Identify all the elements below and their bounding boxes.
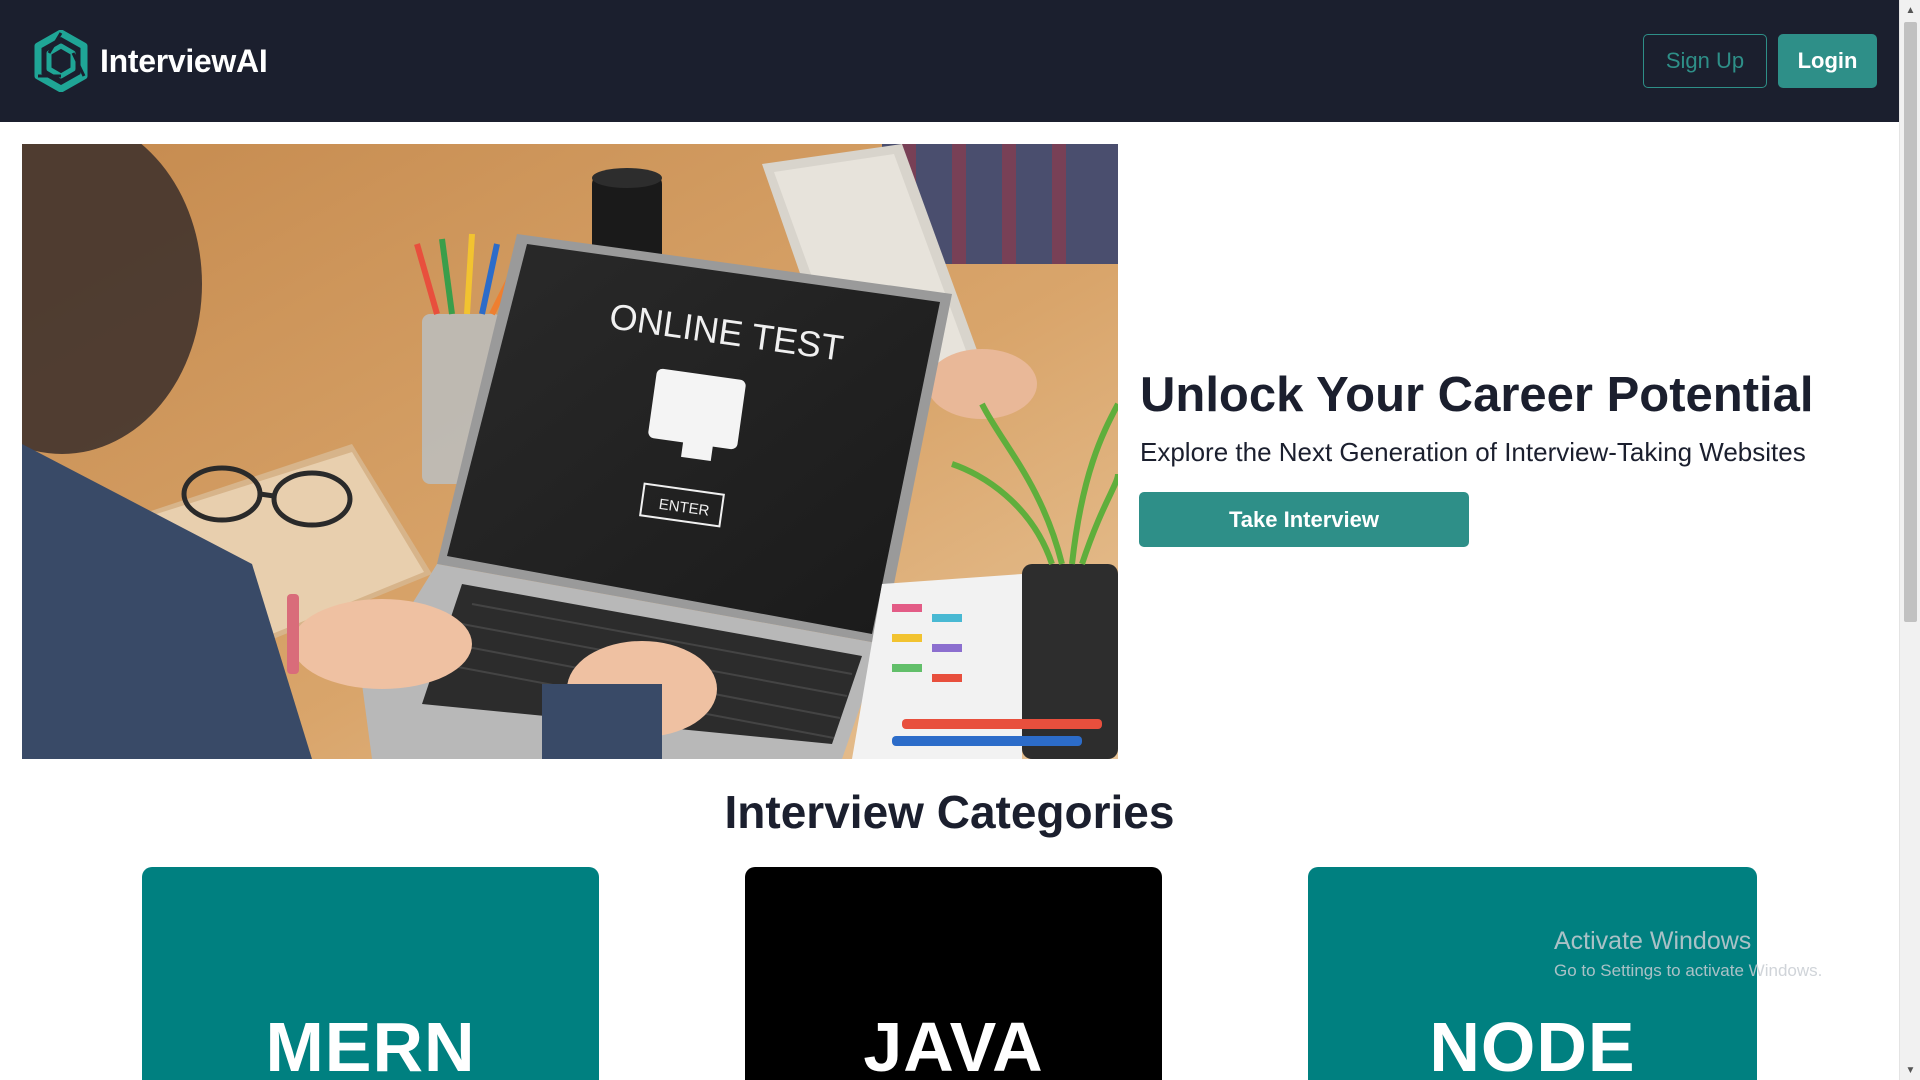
category-label: MERN	[265, 1008, 476, 1080]
category-label: JAVA	[863, 1008, 1044, 1080]
section-title: Interview Categories	[724, 786, 1175, 838]
triangle-down-icon[interactable]: ▼	[1900, 1060, 1920, 1080]
hexagon-logo-icon	[34, 30, 88, 92]
category-card-java[interactable]: JAVA	[745, 867, 1162, 1080]
category-label: NODE	[1429, 1008, 1636, 1080]
hero-title: Unlock Your Career Potential	[1140, 368, 1814, 422]
brand-link[interactable]: InterviewAI	[32, 29, 268, 93]
online-test-illustration: ONLINE TEST ENTER	[22, 144, 1118, 759]
take-interview-button[interactable]: Take Interview	[1139, 492, 1469, 547]
triangle-up-icon[interactable]: ▲	[1900, 0, 1920, 20]
navbar: InterviewAI Sign Up Login	[0, 0, 1899, 122]
brand-name: InterviewAI	[100, 42, 268, 79]
category-card-node[interactable]: NODE	[1308, 867, 1757, 1080]
category-card-mern[interactable]: MERN	[142, 867, 599, 1080]
hero-subtitle: Explore the Next Generation of Interview…	[1140, 437, 1806, 467]
vertical-scrollbar[interactable]: ▲ ▼	[1899, 0, 1920, 1080]
hero-text: Unlock Your Career Potential Explore the…	[1140, 360, 1880, 472]
signup-button[interactable]: Sign Up	[1643, 34, 1767, 88]
hero-image: ONLINE TEST ENTER	[22, 144, 1118, 759]
login-button[interactable]: Login	[1778, 34, 1877, 88]
scrollbar-thumb[interactable]	[1904, 22, 1917, 622]
page: InterviewAI Sign Up Login ONLINE TEST EN…	[0, 0, 1920, 1080]
